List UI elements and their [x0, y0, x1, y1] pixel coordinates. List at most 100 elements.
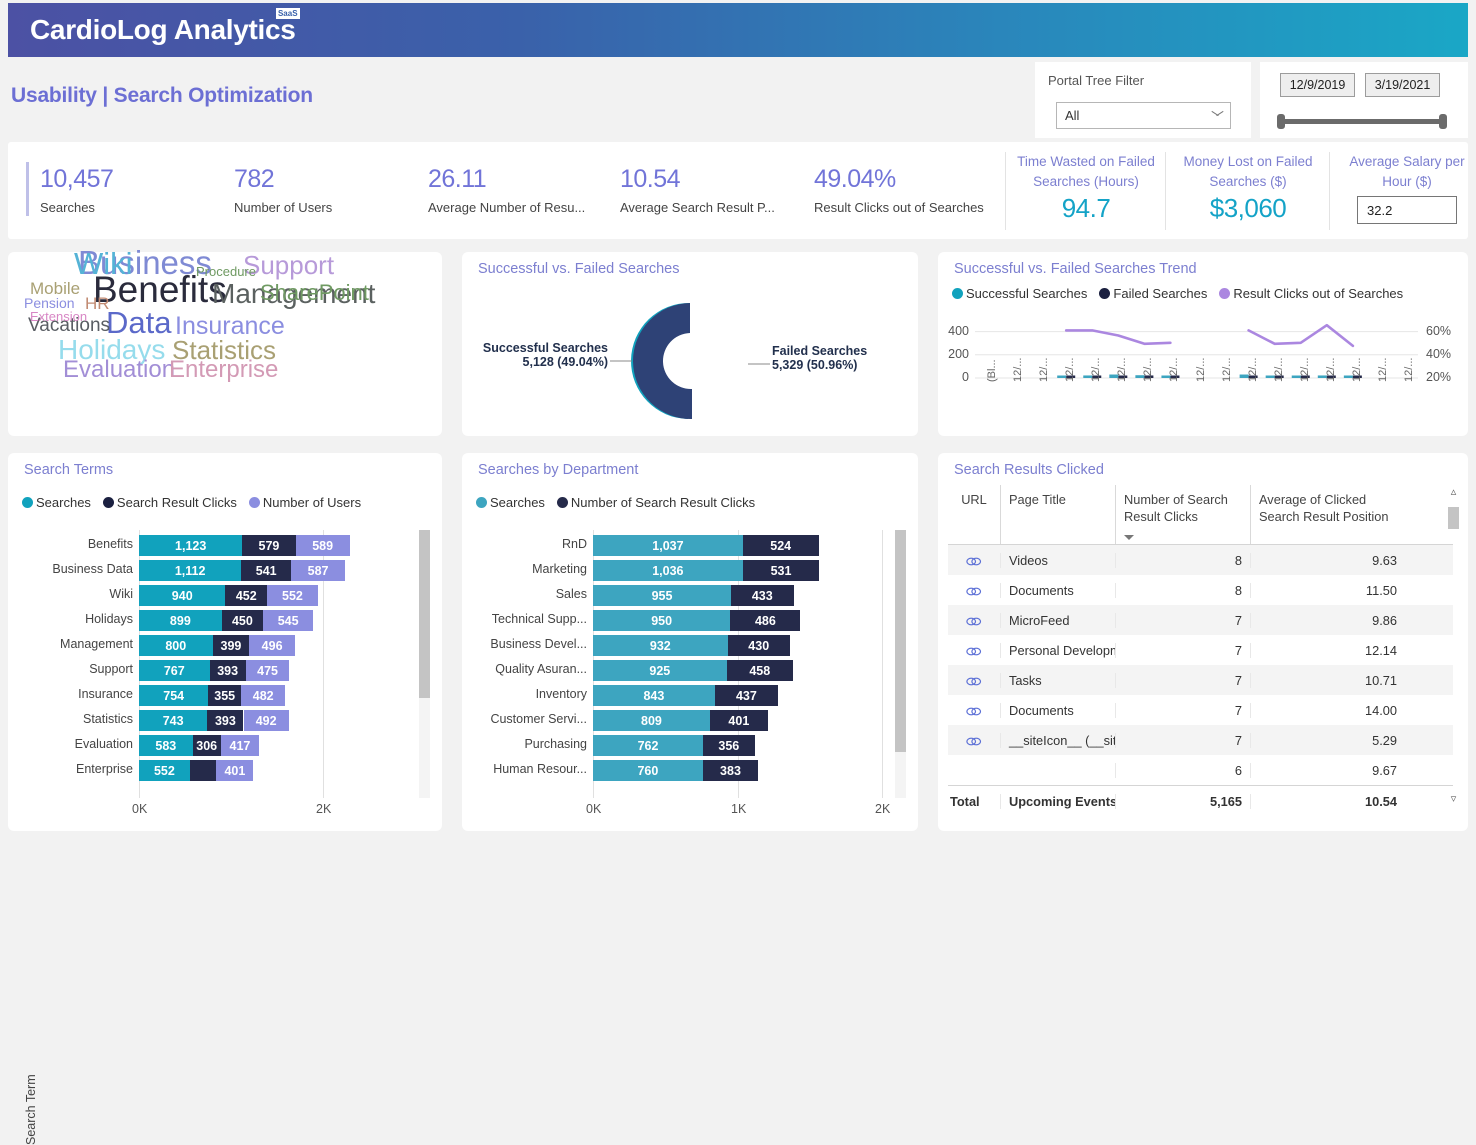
word-cloud-term[interactable]: Data: [106, 307, 171, 338]
bar-segment[interactable]: 754: [139, 685, 208, 706]
bar-segment[interactable]: 940: [139, 585, 225, 606]
link-icon[interactable]: [948, 583, 1000, 598]
bar-segment[interactable]: 899: [139, 610, 222, 631]
date-from-field[interactable]: 12/9/2019: [1280, 73, 1355, 97]
bar-segment[interactable]: 531: [743, 560, 820, 581]
bar-segment[interactable]: 1,037: [593, 535, 743, 556]
word-cloud-term[interactable]: Evaluation: [63, 358, 175, 382]
bar-row[interactable]: Technical Supp...950486: [593, 610, 882, 631]
search-terms-bars[interactable]: Benefits1,123579589Business Data1,112541…: [139, 535, 323, 785]
table-row[interactable]: __siteIcon__ (__siteIcon__...75.29: [948, 725, 1453, 755]
bar-row[interactable]: Holidays899450545: [139, 610, 323, 631]
bar-row[interactable]: Human Resour...760383: [593, 760, 882, 781]
average-salary-input[interactable]: 32.2: [1357, 196, 1457, 224]
bar-segment[interactable]: 486: [730, 610, 800, 631]
bar-segment[interactable]: 356: [703, 735, 754, 756]
bar-segment[interactable]: 579: [242, 535, 295, 556]
bar-segment[interactable]: 482: [241, 685, 285, 706]
bar-row[interactable]: Business Data1,112541587: [139, 560, 323, 581]
column-header-url[interactable]: URL: [948, 485, 1000, 544]
legend-item-number-of-search-result-clicks[interactable]: Number of Search Result Clicks: [557, 495, 755, 510]
bar-row[interactable]: Statistics743393492: [139, 710, 323, 731]
link-icon[interactable]: [948, 733, 1000, 748]
bar-segment[interactable]: 496: [249, 635, 295, 656]
departments-bars[interactable]: RnD1,037524Marketing1,036531Sales955433T…: [593, 535, 882, 785]
table-row[interactable]: Documents714.00: [948, 695, 1453, 725]
table-row[interactable]: MicroFeed79.86: [948, 605, 1453, 635]
bar-row[interactable]: Sales955433: [593, 585, 882, 606]
date-to-field[interactable]: 3/19/2021: [1365, 73, 1440, 97]
legend-item-failed-searches[interactable]: Failed Searches: [1099, 286, 1207, 301]
bar-segment[interactable]: 1,112: [139, 560, 241, 581]
column-header-average-clicked-position[interactable]: Average of Clicked Search Result Positio…: [1250, 485, 1405, 544]
bar-segment[interactable]: 767: [139, 660, 210, 681]
bar-row[interactable]: Inventory843437: [593, 685, 882, 706]
bar-segment[interactable]: 458: [727, 660, 793, 681]
bar-row[interactable]: Evaluation583306417: [139, 735, 323, 756]
column-header-number-of-search-result-clicks[interactable]: Number of Search Result Clicks: [1115, 485, 1250, 544]
scrollbar-thumb[interactable]: [1448, 507, 1459, 529]
bar-segment[interactable]: 925: [593, 660, 727, 681]
bar-segment[interactable]: 393: [207, 710, 243, 731]
bar-row[interactable]: Support767393475: [139, 660, 323, 681]
word-cloud-term[interactable]: Wiki: [74, 248, 133, 279]
bar-row[interactable]: Customer Servi...809401: [593, 710, 882, 731]
bar-segment[interactable]: 541: [241, 560, 291, 581]
bar-segment[interactable]: 587: [291, 560, 345, 581]
legend-item-successful-searches[interactable]: Successful Searches: [952, 286, 1087, 301]
bar-segment[interactable]: 452: [225, 585, 267, 606]
bar-segment[interactable]: 545: [263, 610, 313, 631]
bar-segment[interactable]: 760: [593, 760, 703, 781]
slider-handle-left[interactable]: [1277, 114, 1285, 129]
bar-segment[interactable]: 355: [208, 685, 241, 706]
link-icon[interactable]: [948, 643, 1000, 658]
bar-segment[interactable]: 417: [221, 735, 259, 756]
bar-row[interactable]: Management800399496: [139, 635, 323, 656]
search-terms-vertical-scrollbar[interactable]: [419, 530, 430, 798]
word-cloud-term[interactable]: SharePoint: [260, 282, 369, 304]
table-vertical-scrollbar[interactable]: ▵ ▿: [1447, 485, 1460, 805]
bar-row[interactable]: Marketing1,036531: [593, 560, 882, 581]
legend-item-search-result-clicks[interactable]: Search Result Clicks: [103, 495, 237, 510]
kpi-number-of-users[interactable]: 782 Number of Users: [234, 164, 332, 215]
bar-segment[interactable]: 1,123: [139, 535, 242, 556]
column-header-page-title[interactable]: Page Title: [1000, 485, 1115, 544]
link-icon[interactable]: [948, 673, 1000, 688]
kpi-searches[interactable]: 10,457 Searches: [40, 164, 113, 215]
bar-row[interactable]: Quality Asuran...925458: [593, 660, 882, 681]
kpi-average-search-result-position[interactable]: 10.54 Average Search Result P...: [620, 164, 775, 215]
bar-segment[interactable]: 762: [593, 735, 703, 756]
bar-segment[interactable]: 552: [267, 585, 318, 606]
trend-chart-plot[interactable]: 400200060%40%20%(Bl...12/...12/...12/...…: [938, 310, 1468, 435]
word-cloud-term[interactable]: Pension: [24, 296, 75, 310]
bar-row[interactable]: Insurance754355482: [139, 685, 323, 706]
word-cloud-term[interactable]: Support: [243, 252, 334, 278]
bar-segment[interactable]: 809: [593, 710, 710, 731]
date-range-slider[interactable]: [1280, 119, 1444, 124]
bar-segment[interactable]: 800: [139, 635, 213, 656]
bar-segment[interactable]: 492: [244, 710, 289, 731]
bar-segment[interactable]: 843: [593, 685, 715, 706]
bar-segment[interactable]: 743: [139, 710, 207, 731]
word-cloud-term[interactable]: HR: [85, 295, 110, 312]
bar-segment[interactable]: 433: [731, 585, 794, 606]
donut-slice-failed[interactable]: [633, 303, 692, 419]
bar-segment[interactable]: 430: [728, 635, 790, 656]
bar-segment[interactable]: 437: [715, 685, 778, 706]
bar-segment[interactable]: 950: [593, 610, 730, 631]
legend-item-number-of-users[interactable]: Number of Users: [249, 495, 361, 510]
bar-segment[interactable]: 383: [703, 760, 758, 781]
link-icon[interactable]: [948, 613, 1000, 628]
bar-segment[interactable]: [190, 760, 217, 781]
legend-item-searches[interactable]: Searches: [22, 495, 91, 510]
kpi-result-clicks-out-of-searches[interactable]: 49.04% Result Clicks out of Searches: [814, 164, 984, 215]
bar-segment[interactable]: 401: [216, 760, 253, 781]
slider-handle-right[interactable]: [1439, 114, 1447, 129]
scroll-up-arrow-icon[interactable]: ▵: [1448, 485, 1459, 498]
legend-item-result-clicks[interactable]: Result Clicks out of Searches: [1219, 286, 1403, 301]
scroll-down-arrow-icon[interactable]: ▿: [1448, 792, 1459, 805]
table-row[interactable]: Documents811.50: [948, 575, 1453, 605]
table-row[interactable]: Videos89.63: [948, 545, 1453, 575]
word-cloud-term[interactable]: Enterprise: [169, 358, 278, 382]
bar-segment[interactable]: 399: [213, 635, 250, 656]
